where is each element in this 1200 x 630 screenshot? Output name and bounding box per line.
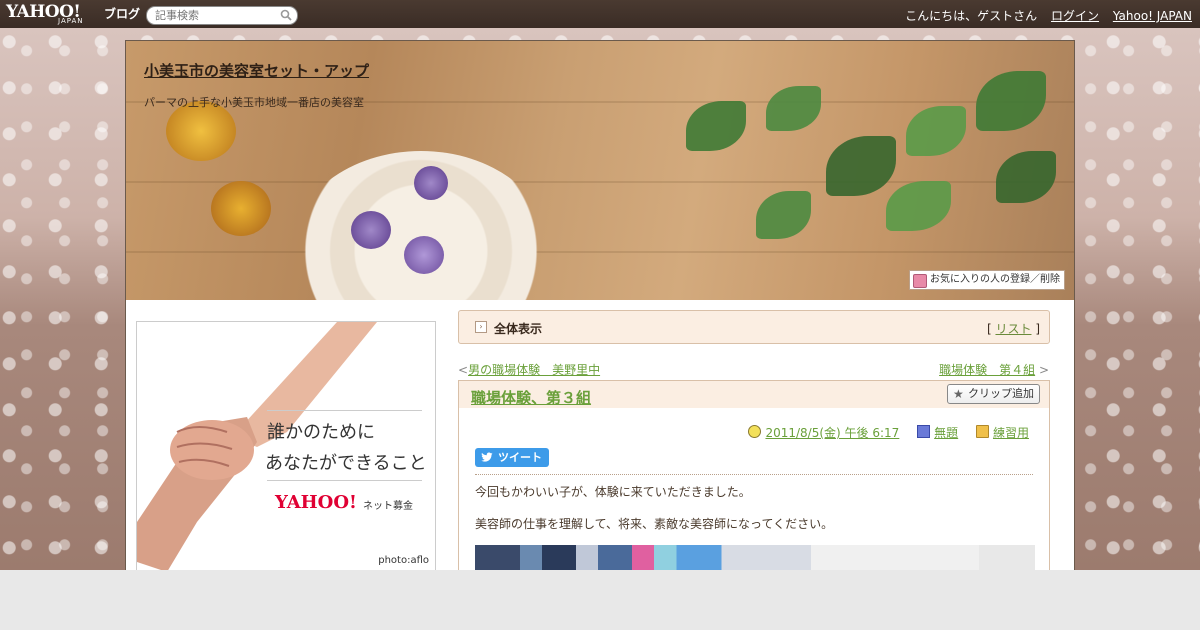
yellow-flower-decoration — [166, 101, 236, 161]
article-header: 職場体験、第３組 ★ クリップ追加 — [459, 381, 1049, 408]
logo-japan-text: JAPAN — [58, 17, 84, 25]
favorite-register-label: お気に入りの人の登録／削除 — [930, 274, 1060, 285]
ivy-leaf-decoration — [976, 71, 1046, 131]
next-arrow: > — [1038, 363, 1049, 377]
ad-net-donation-text: ネット募金 — [363, 501, 413, 512]
blog-frame: 小美玉市の美容室セット・アップ パーマの上手な小美玉市地域一番店の美容室 お気に… — [125, 40, 1075, 592]
ivy-leaf-decoration — [906, 106, 966, 156]
clip-add-label: クリップ追加 — [968, 387, 1034, 400]
article-divider — [475, 474, 1033, 475]
list-bracket-close: ] — [1035, 322, 1040, 336]
list-bracket-open: [ — [986, 322, 992, 336]
view-all-label: 全体表示 — [494, 322, 543, 336]
clock-icon — [748, 425, 762, 438]
page-footer-area — [0, 570, 1200, 630]
blog-header: 小美玉市の美容室セット・アップ パーマの上手な小美玉市地域一番店の美容室 お気に… — [126, 41, 1074, 300]
article-paragraph-1: 今回もかわいい子が、体験に来ていただきました。 — [475, 485, 751, 499]
purple-flower-decoration — [404, 236, 444, 274]
ivy-leaf-decoration — [766, 86, 821, 131]
article-category-link[interactable]: 練習用 — [993, 426, 1029, 440]
search-icon[interactable] — [280, 9, 292, 21]
folder-icon — [975, 425, 989, 438]
article-meta: 2011/8/5(金) 午後 6:17 無題 練習用 — [734, 424, 1029, 441]
ad-yahoo-logo: YAHOO! — [275, 492, 357, 513]
blog-subtitle: パーマの上手な小美玉市地域一番店の美容室 — [144, 96, 364, 109]
login-link[interactable]: ログイン — [1051, 9, 1099, 23]
next-article-link[interactable]: 職場体験 第４組 — [939, 363, 1035, 377]
blog-title[interactable]: 小美玉市の美容室セット・アップ — [144, 60, 369, 81]
tweet-label: ツイート — [498, 451, 542, 464]
search-input[interactable] — [155, 8, 275, 22]
purple-flower-decoration — [351, 211, 391, 249]
star-icon: ★ — [953, 387, 964, 401]
next-article-nav: 職場体験 第４組 > — [939, 361, 1049, 378]
article-title[interactable]: 職場体験、第３組 — [471, 387, 591, 408]
arrow-right-icon: › — [475, 321, 487, 333]
ivy-leaf-decoration — [886, 181, 951, 231]
theme-book-icon — [917, 425, 931, 438]
greeting-text: こんにちは、ゲストさん — [905, 9, 1038, 23]
prev-article-nav: <男の職場体験 美野里中 — [458, 361, 600, 378]
wood-grain — [126, 251, 1074, 253]
article-theme-link[interactable]: 無題 — [934, 426, 958, 440]
favorite-register-button[interactable]: お気に入りの人の登録／削除 — [909, 270, 1065, 290]
list-view-control: [ リスト ] — [987, 320, 1040, 337]
favorite-icon — [913, 274, 927, 288]
ad-photo-credit: photo:aflo — [378, 555, 429, 566]
list-view-link[interactable]: リスト — [995, 322, 1031, 336]
user-links: こんにちは、ゲストさん ログイン Yahoo! JAPAN — [895, 7, 1192, 24]
twitter-bird-icon — [481, 452, 493, 462]
yahoo-japan-link[interactable]: Yahoo! JAPAN — [1113, 9, 1192, 23]
article-date-link[interactable]: 2011/8/5(金) 午後 6:17 — [765, 426, 899, 440]
prev-arrow: < — [458, 363, 469, 377]
yellow-flower-decoration — [211, 181, 271, 236]
logo-blog-text: ブログ — [104, 7, 141, 21]
ad-line-2: あなたができること — [265, 453, 427, 474]
search-box — [146, 6, 298, 25]
ivy-leaf-decoration — [996, 151, 1056, 203]
article-paragraph-2: 美容師の仕事を理解して、将来、素敵な美容師になってください。 — [475, 517, 834, 531]
ad-divider — [267, 410, 422, 411]
ad-line-1: 誰かのために — [267, 422, 375, 443]
ivy-leaf-decoration — [686, 101, 746, 151]
top-bar: YAHOO! JAPAN ブログ こんにちは、ゲストさん ログイン Yahoo!… — [0, 0, 1200, 28]
prev-article-link[interactable]: 男の職場体験 美野里中 — [468, 363, 600, 377]
ad-divider — [267, 480, 422, 481]
clip-add-button[interactable]: ★ クリップ追加 — [947, 384, 1040, 404]
tweet-button[interactable]: ツイート — [475, 448, 549, 467]
ivy-leaf-decoration — [826, 136, 896, 196]
purple-flower-decoration — [414, 166, 448, 200]
net-donation-ad[interactable]: 誰かのために あなたができること YAHOO! ネット募金 photo:aflo — [136, 321, 436, 583]
ivy-leaf-decoration — [756, 191, 811, 239]
yahoo-blog-logo[interactable]: YAHOO! JAPAN ブログ — [6, 2, 141, 25]
article-entry: 職場体験、第３組 ★ クリップ追加 2011/8/5(金) 午後 6:17 無題… — [458, 380, 1050, 592]
view-all-bar: › 全体表示 [ リスト ] — [458, 310, 1050, 344]
